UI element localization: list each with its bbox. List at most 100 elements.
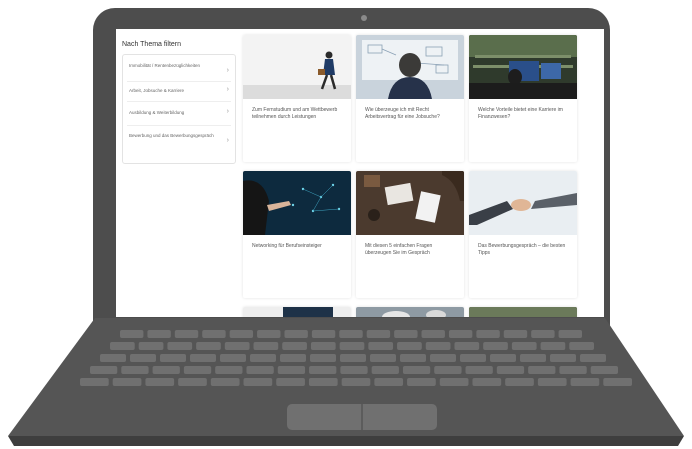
keyboard-key [277,366,306,374]
article-card[interactable]: Networking für Berufseinsteiger [243,171,351,298]
keyboard-key [90,366,118,374]
keyboard-key [178,378,207,386]
keyboard-key [370,354,396,362]
keyboard-key [145,378,175,386]
keyboard-key [246,366,274,374]
keyboard-key [400,354,426,362]
keyboard-key [280,354,306,362]
keyboard-key [368,342,394,350]
article-image-person-dark [243,307,351,317]
keyboard-key [80,378,109,386]
keyboard-key [476,330,500,338]
article-card[interactable]: Welche Vorteile bietet eine Karriere im … [469,35,577,162]
article-card[interactable]: Wie überzeuge ich mit Recht Arbeitsvertr… [356,35,464,162]
keyboard-key [580,354,606,362]
keyboard-key [167,342,193,350]
keyboard-key [570,378,600,386]
keyboard-key [339,342,365,350]
keyboard-key [257,330,281,338]
keyboard-key [472,378,502,386]
filter-item[interactable]: Bewerbung und das Bewerbungsgespräch [129,133,229,139]
keyboard-key [559,366,587,374]
keyboard-key [394,330,418,338]
keyboard-key [138,342,164,350]
divider [127,101,231,102]
article-card[interactable] [243,307,351,317]
article-card[interactable] [356,307,464,317]
article-caption: Mit diesen 5 einfachen Fragen überzeugen… [365,243,433,256]
keyboard-key [340,366,368,374]
keyboard-key [402,366,431,374]
article-image-network-touch [243,171,351,235]
keyboard-key [371,366,399,374]
chevron-right-icon[interactable]: › [227,67,229,74]
base-edge [8,436,684,446]
keyboard-key [160,354,186,362]
keyboard-key [339,330,363,338]
keyboard-key [190,354,216,362]
article-caption: Zum Fernstudium und am Wettbewerb teilne… [252,107,338,120]
keyboard-key [309,366,337,374]
keyboard-key [284,330,308,338]
keyboard-key [454,342,480,350]
article-image-whiteboard-man [356,35,464,99]
keyboard-key [130,354,156,362]
keyboard-key [147,330,171,338]
keyboard-key [202,330,226,338]
chevron-right-icon[interactable]: › [227,86,229,93]
filter-item[interactable]: Ausbildung & Weiterbildung [129,110,229,116]
keyboard-key [397,342,422,350]
keyboard-key [505,378,534,386]
chevron-right-icon[interactable]: › [227,108,229,115]
keyboard-key [603,378,632,386]
keyboard-key [120,330,144,338]
keyboard-key [250,354,276,362]
keyboard-key [174,330,199,338]
article-image-sky-birds [356,307,464,317]
article-card[interactable]: Das Bewerbungsgespräch – die besten Tipp… [469,171,577,298]
keyboard-key [537,378,567,386]
divider [127,81,231,82]
keyboard-key [550,354,576,362]
keyboard-key [366,330,391,338]
keyboard-key [341,378,371,386]
keyboard-key [590,366,618,374]
keyboard-key [558,330,582,338]
keyboard-key [483,342,508,350]
keyboard-key [460,354,486,362]
keyboard-key [465,366,493,374]
keyboard-key [276,378,305,386]
article-card[interactable]: Mit diesen 5 einfachen Fragen überzeugen… [356,171,464,298]
keyboard-key [430,354,456,362]
keyboard-key [310,354,336,362]
keyboard-key [425,342,451,350]
keyboard-key [220,354,246,362]
filter-title: Nach Thema filtern [122,41,182,48]
article-card[interactable] [469,307,577,317]
filter-item[interactable]: Arbeit, Jobsuche & Karriere [129,88,229,94]
article-caption: Welche Vorteile bietet eine Karriere im … [478,107,563,120]
keyboard-key [496,366,525,374]
keyboard-key [340,354,366,362]
keyboard-key [183,366,212,374]
chevron-right-icon[interactable]: › [227,137,229,144]
keyboard-key [308,378,338,386]
keyboard-key [196,342,221,350]
keyboard-key [520,354,546,362]
keyboard-key [511,342,537,350]
keyboard-key [121,366,149,374]
webcam-icon [361,15,367,21]
keyboard-key [243,378,273,386]
article-caption: Networking für Berufseinsteiger [252,243,322,249]
keyboard-key [421,330,445,338]
article-card[interactable]: Zum Fernstudium und am Wettbewerb teilne… [243,35,351,162]
laptop-base [8,318,684,446]
keyboard-key [490,354,516,362]
keyboard-key [374,378,404,386]
article-image-handshake [469,171,577,235]
filter-item[interactable]: Immobilität / Rentenbezüglichkeiten [129,63,229,69]
keyboard-key [434,366,462,374]
keyboard-key [215,366,243,374]
keyboard-key [224,342,250,350]
keyboard-key [528,366,556,374]
